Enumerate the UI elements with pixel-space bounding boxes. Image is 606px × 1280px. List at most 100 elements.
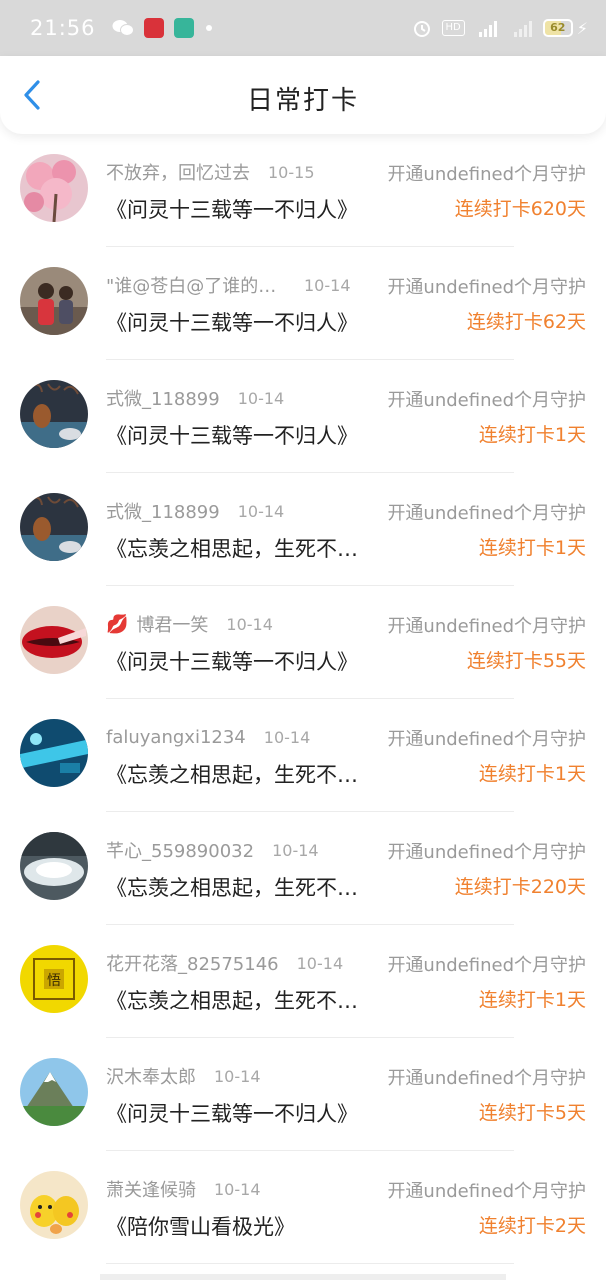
avatar[interactable] (20, 719, 88, 787)
checkin-date: 10-14 (272, 840, 319, 860)
list-item[interactable]: 芊心_559890032 10-14 开通undefined个月守护 《忘羡之相思起，… (0, 812, 606, 925)
book-title[interactable]: 《问灵十三载等一不归人》 (106, 194, 378, 224)
app-icon-red (143, 18, 164, 38)
hd-icon: HD (441, 20, 465, 36)
lips-icon: 💋 (106, 613, 129, 635)
checkin-date: 10-14 (296, 953, 344, 973)
user-line: 花开花落_82575146 10-14 (106, 950, 344, 976)
checkin-date: 10-14 (214, 1179, 261, 1199)
streak-count: 连续打卡1天 (478, 424, 586, 446)
streak-count: 连续打卡62天 (466, 311, 586, 333)
streak-count: 连续打卡55天 (466, 650, 586, 672)
streak-count: 连续打卡1天 (478, 537, 586, 559)
avatar[interactable] (20, 154, 88, 222)
list-item[interactable]: 💋 博君一笑 10-14 开通undefined个月守护 《问灵十三载等一不归人》 连续打… (0, 586, 606, 699)
username[interactable]: 式微_118899 (106, 385, 220, 411)
checkin-date: 10-15 (268, 162, 315, 182)
guard-text: 开通undefined个月守护 (387, 842, 586, 863)
checkin-date: 10-14 (226, 614, 273, 634)
avatar[interactable] (20, 832, 88, 900)
streak-count: 连续打卡1天 (478, 989, 586, 1011)
book-title[interactable]: 《陪你雪山看极光》 (106, 1211, 378, 1241)
wechat-icon (112, 20, 134, 36)
user-line: faluyangxi1234 10-14 (106, 725, 310, 749)
book-title[interactable]: 《问灵十三载等一不归人》 (106, 1098, 378, 1128)
book-title[interactable]: 《问灵十三载等一不归人》 (106, 420, 378, 450)
signal-icon-2 (513, 21, 532, 37)
list-item[interactable]: "谁@苍白@了谁的年华 10-14 开通undefined个月守护 《问灵十三载等一不… (0, 247, 606, 360)
notification-dot (205, 25, 212, 31)
guard-text: 开通undefined个月守护 (387, 955, 586, 976)
guard-text: 开通undefined个月守护 (387, 1181, 586, 1202)
status-bar: 21:56 HD 62 ⚡ (0, 0, 606, 56)
checkin-date: 10-14 (214, 1066, 261, 1086)
list-item[interactable]: 萧关逢候骑 10-14 开通undefined个月守护 《陪你雪山看极光》 连续打卡2天 (0, 1151, 606, 1264)
username[interactable]: faluyangxi1234 (106, 727, 246, 748)
app-icon-green (173, 18, 194, 38)
avatar[interactable] (20, 1058, 88, 1126)
user-line: 芊心_559890032 10-14 (106, 837, 319, 863)
checkin-date: 10-14 (263, 727, 311, 747)
list-item[interactable]: faluyangxi1234 10-14 开通undefined个月守护 《忘羡之相思… (0, 699, 606, 812)
guard-text: 开通undefined个月守护 (387, 277, 586, 298)
book-title[interactable]: 《忘羡之相思起，生死不离》 (106, 872, 378, 902)
avatar[interactable] (20, 380, 88, 448)
navigation-bar: 日常打卡 (0, 56, 606, 134)
username[interactable]: 不放弃，回忆过去 (106, 159, 250, 185)
avatar[interactable] (20, 1171, 88, 1239)
guard-text: 开通undefined个月守护 (387, 390, 586, 411)
streak-count: 连续打卡2天 (478, 1215, 586, 1237)
list-item[interactable]: 不放弃，回忆过去 10-15 开通undefined个月守护 《问灵十三载等一不归人》… (0, 134, 606, 247)
user-line: "谁@苍白@了谁的年华 10-14 (106, 272, 351, 298)
user-line: 沢木奉太郎 10-14 (106, 1063, 261, 1089)
guard-text: 开通undefined个月守护 (387, 729, 586, 750)
username[interactable]: 芊心_559890032 (106, 837, 254, 863)
guard-text: 开通undefined个月守护 (387, 1068, 586, 1089)
username[interactable]: 萧关逢候骑 (106, 1176, 196, 1202)
svg-text:悟: 悟 (47, 973, 61, 989)
alarm-icon (413, 21, 430, 37)
streak-count: 连续打卡5天 (478, 1102, 586, 1124)
username[interactable]: 沢木奉太郎 (106, 1063, 196, 1089)
avatar[interactable] (20, 606, 88, 674)
user-line: 式微_118899 10-14 (106, 385, 285, 411)
checkin-list: 不放弃，回忆过去 10-15 开通undefined个月守护 《问灵十三载等一不归人》… (0, 134, 606, 1264)
list-item[interactable]: 式微_118899 10-14 开通undefined个月守护 《问灵十三载等一不归人… (0, 360, 606, 473)
guard-text: 开通undefined个月守护 (387, 164, 586, 185)
user-line: 式微_118899 10-14 (106, 498, 285, 524)
checkin-date: 10-14 (237, 388, 285, 408)
avatar[interactable] (20, 493, 88, 561)
guard-text: 开通undefined个月守护 (387, 616, 586, 637)
status-time: 21:56 (30, 16, 96, 40)
page-title: 日常打卡 (246, 86, 359, 116)
book-title[interactable]: 《问灵十三载等一不归人》 (106, 307, 378, 337)
guard-text: 开通undefined个月守护 (387, 503, 586, 524)
streak-count: 连续打卡1天 (478, 763, 586, 785)
book-title[interactable]: 《问灵十三载等一不归人》 (106, 646, 378, 676)
avatar[interactable] (20, 267, 88, 335)
book-title[interactable]: 《忘羡之相思起，生死不离》 (106, 533, 378, 563)
checkin-date: 10-14 (237, 501, 285, 521)
user-line: 萧关逢候骑 10-14 (106, 1176, 261, 1202)
charging-icon: ⚡ (576, 18, 588, 38)
book-title[interactable]: 《忘羡之相思起，生死不离》 (106, 759, 378, 789)
user-line: 💋 博君一笑 10-14 (106, 611, 273, 637)
next-row-edge (100, 1274, 506, 1280)
battery-level: 62 (550, 21, 566, 34)
username[interactable]: "谁@苍白@了谁的年华 (106, 272, 286, 298)
list-item[interactable]: 沢木奉太郎 10-14 开通undefined个月守护 《问灵十三载等一不归人》 连续打… (0, 1038, 606, 1151)
list-item[interactable]: 式微_118899 10-14 开通undefined个月守护 《忘羡之相思起，生死不… (0, 473, 606, 586)
list-item[interactable]: 悟 花开花落_82575146 10-14 开通undefined个月守护 《忘羡之相思… (0, 925, 606, 1038)
signal-4g-icon (478, 21, 497, 37)
username[interactable]: 博君一笑 (136, 611, 208, 637)
divider (106, 1263, 514, 1264)
username[interactable]: 式微_118899 (106, 498, 220, 524)
battery-icon: 62 (542, 19, 573, 37)
user-line: 不放弃，回忆过去 10-15 (106, 159, 315, 185)
streak-count: 连续打卡220天 (454, 876, 586, 898)
checkin-date: 10-14 (304, 275, 351, 295)
streak-count: 连续打卡620天 (454, 198, 586, 220)
avatar[interactable]: 悟 (20, 945, 88, 1013)
username[interactable]: 花开花落_82575146 (106, 950, 279, 976)
book-title[interactable]: 《忘羡之相思起，生死不离》 (106, 985, 378, 1015)
